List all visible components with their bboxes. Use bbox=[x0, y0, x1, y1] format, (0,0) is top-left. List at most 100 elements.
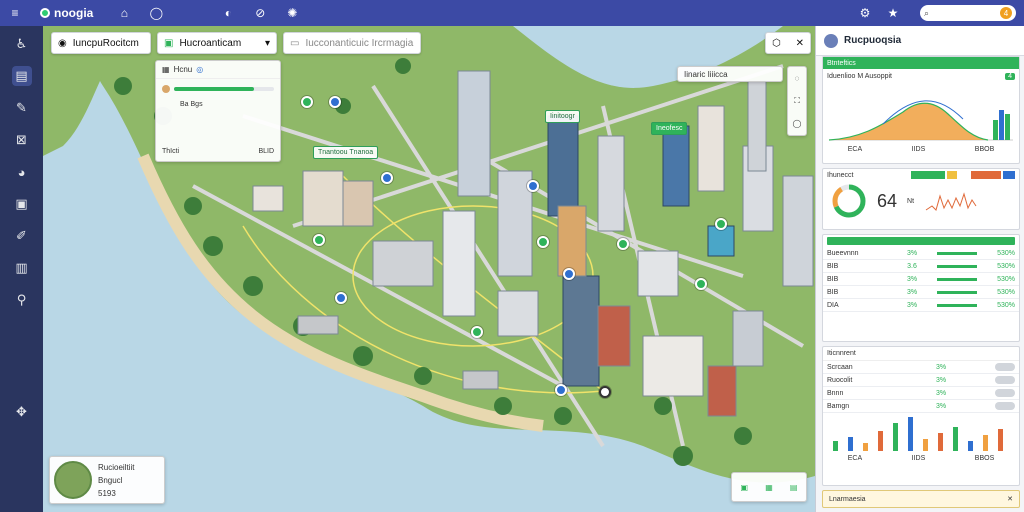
bar bbox=[908, 417, 913, 451]
table-row[interactable]: BIB 3% 530% bbox=[823, 286, 1019, 299]
star-icon[interactable]: ★ bbox=[886, 6, 900, 20]
card-trend-badge: 4 bbox=[1005, 73, 1015, 80]
toggle-icon[interactable] bbox=[995, 402, 1015, 410]
document-icon[interactable]: ▣ bbox=[12, 194, 32, 214]
profile-card[interactable]: Rucioeiltiit Bngucl 5193 bbox=[49, 456, 165, 504]
locate-icon[interactable]: ◌ bbox=[795, 74, 800, 83]
print-icon[interactable]: ▤ bbox=[790, 483, 798, 492]
bookmark-icon[interactable]: ⌂ bbox=[117, 6, 131, 20]
row-label: Bamgn bbox=[827, 402, 850, 410]
filter-icon: ▣ bbox=[164, 37, 174, 49]
map-pin[interactable] bbox=[301, 96, 313, 108]
chevron-down-icon: ▾ bbox=[264, 37, 270, 49]
close-box-icon[interactable]: ⊠ bbox=[12, 130, 32, 150]
map-pin[interactable] bbox=[313, 234, 325, 246]
toggle-icon[interactable] bbox=[995, 389, 1015, 397]
map-pin[interactable] bbox=[617, 238, 629, 250]
table-row[interactable]: DIA 3% 530% bbox=[823, 299, 1019, 312]
x-label-1: ECA bbox=[847, 146, 863, 153]
category-axis-labels: ECA IIDS BBOS bbox=[823, 455, 1019, 462]
card-gauge: Ihunecct 64 Nt bbox=[822, 168, 1020, 230]
gear-icon[interactable]: ⚙ bbox=[858, 6, 872, 20]
map-legend-label: Iinaric Iiiicca bbox=[677, 66, 783, 82]
table-row[interactable]: Ruocolit 3% bbox=[823, 374, 1019, 387]
map-pin[interactable] bbox=[537, 236, 549, 248]
puzzle-icon[interactable]: ✥ bbox=[12, 402, 32, 422]
moon-icon[interactable]: ◐ bbox=[221, 6, 235, 20]
hexagon-icon[interactable]: ⬡ bbox=[772, 38, 781, 49]
map-window-controls: ⬡ ✕ bbox=[765, 32, 811, 54]
table-row[interactable]: Bueevnnn 3% 530% bbox=[823, 247, 1019, 260]
info-card-footer-right: BLID bbox=[258, 148, 274, 155]
user-search-icon[interactable]: ⚲ bbox=[12, 290, 32, 310]
search-pill-1[interactable]: ◉ IuncpuRocitcm bbox=[51, 32, 151, 54]
map-pin[interactable] bbox=[329, 96, 341, 108]
search-pill-2[interactable]: ▣ Hucroanticam ▾ bbox=[157, 32, 277, 54]
metrics-table-body: Bueevnnn 3% 530% BIB 3.6 530% BIB 3% 530% BIB 3% 53… bbox=[823, 247, 1019, 312]
map-pin[interactable] bbox=[335, 292, 347, 304]
edit-icon[interactable]: ✎ bbox=[12, 98, 32, 118]
table-row[interactable]: BIB 3.6 530% bbox=[823, 260, 1019, 273]
map-pin[interactable] bbox=[381, 172, 393, 184]
dashboard-icon[interactable]: ▤ bbox=[11, 66, 32, 86]
compass-icon[interactable]: ◯ bbox=[793, 119, 802, 128]
table-row[interactable]: BIB 3% 530% bbox=[823, 273, 1019, 286]
x-label-3: BBOB bbox=[974, 146, 995, 153]
info-card-row: Ba Bgs bbox=[180, 101, 203, 108]
save-icon[interactable]: ▥ bbox=[12, 258, 32, 278]
progress-fill bbox=[174, 87, 254, 91]
card-gauge-body: 64 Nt bbox=[823, 181, 1019, 221]
info-card-header: ▦ Hcnu ◎ bbox=[156, 61, 280, 79]
map-pin[interactable] bbox=[527, 180, 539, 192]
bar bbox=[893, 423, 898, 451]
bar bbox=[848, 437, 853, 451]
map-pin[interactable] bbox=[471, 326, 483, 338]
stack-icon[interactable]: ≡ bbox=[8, 6, 22, 20]
toggle-icon[interactable] bbox=[995, 376, 1015, 384]
table-row[interactable]: Bamgn 3% bbox=[823, 400, 1019, 413]
bar bbox=[983, 435, 988, 451]
right-panel-title: Rucpuoqsia bbox=[844, 35, 902, 46]
map-pin[interactable] bbox=[563, 268, 575, 280]
sparkline bbox=[925, 192, 977, 211]
notification-badge[interactable]: 4 bbox=[1000, 7, 1012, 19]
city-map[interactable]: ◉ IuncpuRocitcm ▣ Hucroanticam ▾ ▭ Iucco… bbox=[43, 26, 815, 512]
zoom-controls: ◌ ⛶ ◯ bbox=[787, 66, 807, 136]
map-pin[interactable] bbox=[555, 384, 567, 396]
x-label-2: IIDS bbox=[911, 146, 926, 153]
map-pin[interactable] bbox=[715, 218, 727, 230]
gauge-ring bbox=[832, 184, 866, 218]
map-label-3[interactable]: Ineofesc bbox=[651, 122, 688, 135]
toggle-icon[interactable] bbox=[995, 363, 1015, 371]
pie-icon[interactable]: ◕ bbox=[12, 162, 32, 182]
layers-icon[interactable]: ▣ bbox=[741, 483, 749, 492]
fullscreen-icon[interactable]: ⛶ bbox=[794, 96, 800, 106]
map-pin[interactable] bbox=[695, 278, 707, 290]
search-input[interactable]: ⌕ 4 bbox=[920, 5, 1016, 21]
bar bbox=[833, 441, 838, 451]
bar-yellow bbox=[947, 171, 957, 179]
pen-icon[interactable]: ✐ bbox=[12, 226, 32, 246]
gauge-value: 64 bbox=[877, 190, 898, 211]
table-row[interactable]: Scrcaan 3% bbox=[823, 361, 1019, 374]
close-icon[interactable]: ✕ bbox=[1007, 495, 1013, 503]
row-progress bbox=[937, 303, 978, 307]
accessibility-icon[interactable]: ♿ bbox=[12, 34, 32, 54]
map-type-icon[interactable]: ▦ bbox=[765, 483, 773, 492]
footer-bar[interactable]: Lnarmaesia ✕ bbox=[822, 490, 1020, 508]
refresh-icon[interactable]: ◯ bbox=[149, 6, 163, 20]
search-pill-3[interactable]: ▭ Iucconanticuic Ircrmagia bbox=[283, 32, 421, 54]
profile-code: 5193 bbox=[98, 488, 116, 498]
brand-logo: noogia bbox=[40, 6, 93, 20]
map-pin-selected[interactable] bbox=[599, 386, 611, 398]
close-icon[interactable]: ✕ bbox=[796, 38, 804, 49]
brightness-icon[interactable]: ✺ bbox=[285, 6, 299, 20]
map-label-2[interactable]: Iinitoogr bbox=[545, 110, 580, 123]
bar bbox=[998, 429, 1003, 451]
table-row[interactable]: Bnnn 3% bbox=[823, 387, 1019, 400]
settings-icon[interactable]: ⊘ bbox=[253, 6, 267, 20]
gauge-unit: Nt bbox=[907, 197, 915, 205]
row-progress bbox=[937, 251, 978, 255]
map-label-1[interactable]: Tnantoou Tnanoa bbox=[313, 146, 379, 159]
row-value-2: 530% bbox=[997, 301, 1015, 309]
